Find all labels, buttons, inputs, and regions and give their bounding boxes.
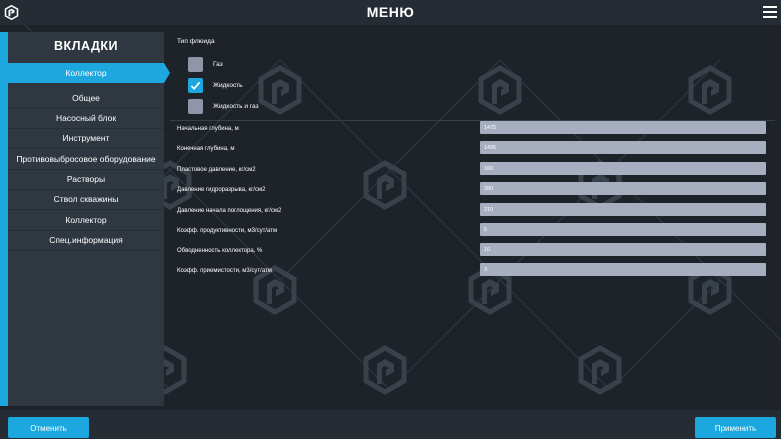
top-bar: МЕНЮ — [0, 0, 781, 25]
injectivity-coef-label: Коэфф. приемистости, м3/сут/атм — [177, 268, 272, 274]
tab-general[interactable]: Общее — [8, 88, 164, 109]
tab-instrument[interactable]: Инструмент — [8, 128, 164, 149]
page-title: МЕНЮ — [366, 4, 415, 20]
checkbox-liquid-label: Жидкость — [213, 82, 243, 89]
start-depth-input[interactable] — [480, 121, 766, 134]
checkmark-icon — [190, 81, 201, 90]
formation-pressure-input[interactable] — [480, 162, 766, 175]
collector-form: Тип флюида Газ Жидкость Жидкость и газ Н… — [170, 32, 775, 302]
tab-collector[interactable]: Коллектор — [8, 210, 164, 231]
formation-pressure-label: Пластовое давление, кг/см2 — [177, 167, 256, 173]
tab-wellbore[interactable]: Ствол скважины — [8, 189, 164, 210]
checkbox-liquid[interactable] — [188, 78, 203, 93]
tabs-sidebar: ВКЛАДКИ Коллектор Общее Насосный блок Ин… — [0, 32, 170, 406]
loss-pressure-label: Давление начала поглощения, кг/см2 — [177, 208, 282, 214]
end-depth-input[interactable] — [480, 141, 766, 154]
bottom-bar: Отменить Применить — [0, 410, 781, 439]
tab-active-kollektor[interactable]: Коллектор — [8, 63, 170, 83]
checkbox-gas-label: Газ — [213, 61, 223, 68]
apply-button[interactable]: Применить — [695, 417, 776, 438]
cancel-button[interactable]: Отменить — [8, 417, 89, 438]
checkbox-liquid-and-gas[interactable] — [188, 99, 203, 114]
end-depth-label: Конечная глубина, м — [177, 146, 235, 152]
water-cut-label: Обводненность коллектора, % — [177, 248, 263, 254]
injectivity-coef-input[interactable] — [480, 263, 766, 276]
checkbox-liquid-and-gas-label: Жидкость и газ — [213, 103, 259, 110]
tab-active-label: Коллектор — [65, 68, 107, 78]
fracture-pressure-label: Давление гидроразрыва, кг/см2 — [177, 187, 266, 193]
start-depth-label: Начальная глубина, м — [177, 126, 239, 132]
fracture-pressure-input[interactable] — [480, 182, 766, 195]
tab-special-info[interactable]: Спец.информация — [8, 230, 164, 251]
water-cut-input[interactable] — [480, 243, 766, 256]
sidebar-accent-bar — [0, 32, 8, 406]
productivity-coef-input[interactable] — [480, 223, 766, 236]
tab-blowout-equipment[interactable]: Противовыбросовое оборудование — [8, 149, 164, 170]
fluid-type-label: Тип флюида — [177, 38, 215, 45]
checkbox-gas[interactable] — [188, 57, 203, 72]
hamburger-menu-icon[interactable] — [763, 6, 777, 18]
sidebar-title: ВКЛАДКИ — [54, 39, 118, 53]
tab-solutions[interactable]: Растворы — [8, 169, 164, 190]
loss-pressure-input[interactable] — [480, 203, 766, 216]
tab-pump-block[interactable]: Насосный блок — [8, 108, 164, 129]
productivity-coef-label: Коэфф. продуктивности, м3/сут/атм — [177, 228, 278, 234]
